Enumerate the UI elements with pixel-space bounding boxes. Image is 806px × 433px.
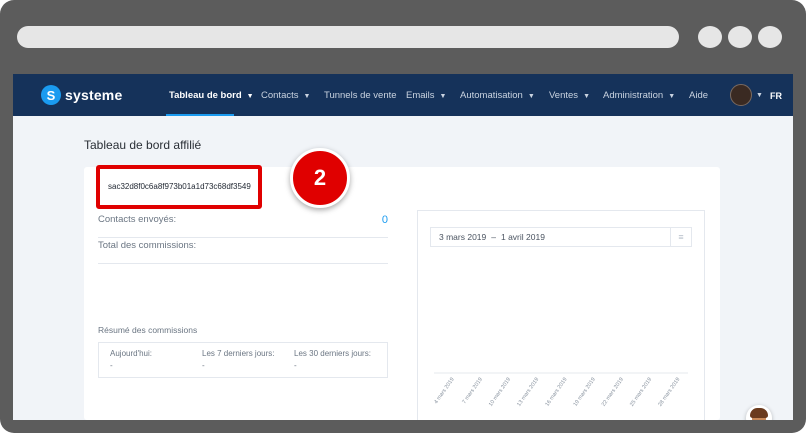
x-tick-label: 7 mars 2019 (462, 377, 484, 405)
contacts-sent-value: 0 (381, 214, 388, 226)
summary-7-days: Les 7 derniers jours: - (202, 349, 274, 370)
commission-chart-card: 3 mars 2019–1 avril 2019 ≡ 4 mars 2019 7 … (417, 210, 705, 420)
nav-item-tunnels-de-vente[interactable]: Tunnels de vente (324, 74, 397, 116)
x-tick-label: 19 mars 2019 (573, 377, 597, 408)
step-badge: 2 (290, 148, 350, 208)
systeme-logo-icon: S (41, 85, 61, 105)
language-switcher[interactable]: FR (770, 74, 782, 116)
affiliate-id-highlight: sac32d8f0c6a8f973b01a1d73c68df3549 (96, 165, 262, 209)
x-tick-label: 16 mars 2019 (544, 377, 568, 408)
chevron-down-icon: ▼ (303, 93, 311, 100)
nav-item-contacts[interactable]: Contacts ▼ (261, 74, 310, 116)
summary-value: - (202, 361, 205, 370)
app-name: systeme (65, 87, 123, 103)
x-tick-label: 10 mars 2019 (488, 377, 512, 408)
chevron-down-icon: ▼ (527, 93, 535, 100)
commission-chart: 4 mars 2019 7 mars 2019 10 mars 2019 13 mar… (433, 372, 688, 408)
total-commissions-row: Total des commissions: (98, 240, 388, 264)
summary-value: - (110, 361, 113, 370)
nav-item-aide[interactable]: Aide (689, 74, 708, 116)
contacts-sent-row: Contacts envoyés: 0 (98, 214, 388, 238)
chevron-down-icon: ▼ (668, 93, 676, 100)
nav-item-label: Administration (603, 90, 664, 101)
app-screen: S systeme Tableau de bord ▼ Contacts ▼ Tun… (13, 74, 793, 420)
helper-hair (750, 408, 768, 418)
contacts-sent-label: Contacts envoyés: (98, 214, 177, 225)
summary-label: Les 7 derniers jours: (202, 349, 275, 358)
commission-summary-title: Résumé des commissions (98, 325, 198, 335)
summary-label: Aujourd'hui: (110, 349, 152, 358)
address-bar[interactable] (17, 26, 679, 48)
support-chat-button[interactable] (746, 405, 772, 420)
nav-item-label: Tunnels de vente (324, 90, 397, 101)
chevron-down-icon: ▼ (583, 93, 590, 100)
nav-item-label: Ventes (549, 90, 579, 101)
user-avatar[interactable] (730, 84, 752, 106)
browser-window: S systeme Tableau de bord ▼ Contacts ▼ Tun… (0, 0, 806, 433)
x-tick-label: 28 mars 2019 (657, 377, 681, 408)
page-title: Tableau de bord affilié (84, 138, 202, 152)
nav-item-label: Automatisation (460, 90, 523, 101)
nav-item-automatisation[interactable]: Automatisation ▼ (460, 74, 535, 116)
total-commissions-label: Total des commissions: (98, 240, 197, 251)
summary-30-days: Les 30 derniers jours: - (294, 349, 371, 370)
app-logo[interactable]: S systeme (41, 84, 122, 106)
nav-item-emails[interactable]: Emails ▼ (406, 74, 446, 116)
nav-item-ventes[interactable]: Ventes ▼ (549, 74, 590, 116)
nav-item-label: Contacts (261, 90, 299, 101)
top-navbar: S systeme Tableau de bord ▼ Contacts ▼ Tun… (13, 74, 793, 116)
window-dot (758, 26, 782, 48)
nav-item-label: Tableau de bord (169, 90, 242, 101)
chevron-down-icon[interactable]: ▼ (756, 74, 763, 116)
summary-today: Aujourd'hui: - (110, 349, 152, 370)
window-dot (698, 26, 722, 48)
nav-item-label: Emails (406, 90, 435, 101)
chevron-down-icon: ▼ (246, 93, 254, 100)
window-dot (728, 26, 752, 48)
active-tab-indicator (166, 114, 234, 116)
commission-summary: Aujourd'hui: - Les 7 derniers jours: - L… (98, 342, 388, 378)
nav-item-tableau-de-bord[interactable]: Tableau de bord ▼ (169, 74, 254, 116)
summary-label: Les 30 derniers jours: (294, 349, 371, 358)
nav-item-administration[interactable]: Administration ▼ (603, 74, 675, 116)
x-tick-label: 13 mars 2019 (516, 377, 540, 408)
chevron-down-icon: ▼ (439, 93, 447, 100)
x-tick-label: 22 mars 2019 (601, 377, 625, 408)
nav-item-label: Aide (689, 90, 709, 101)
x-tick-label: 25 mars 2019 (629, 377, 653, 408)
x-tick-label: 4 mars 2019 (433, 377, 455, 405)
summary-value: - (294, 361, 297, 370)
affiliate-id[interactable]: sac32d8f0c6a8f973b01a1d73c68df3549 (108, 169, 251, 205)
